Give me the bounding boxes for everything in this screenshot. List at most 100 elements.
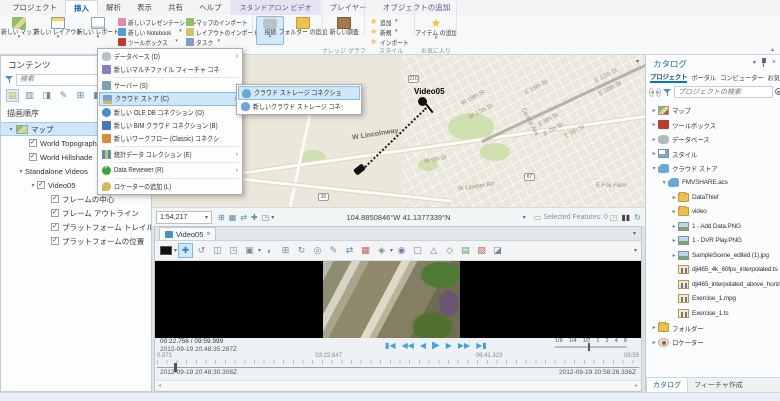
list-by-snapping-button[interactable]: ⊞ [74,89,87,102]
layer-checkbox[interactable] [51,237,59,245]
video-transparency-button[interactable]: ◐ [262,243,277,258]
video-display-options-button[interactable]: ◈ [374,243,389,258]
chevron-down-icon[interactable]: ▾ [523,214,526,221]
close-icon[interactable]: × [772,59,776,66]
expand-icon[interactable]: ▸ [650,324,658,331]
submenu-item-add-cloud-storage-connection[interactable]: クラウド ストレージ コネクションの追加 (A) [238,86,360,100]
dropdown-caret-icon[interactable]: ▾ [174,247,177,254]
new-investigation-button[interactable]: 新しい調査 [326,16,362,45]
scroll-right-icon[interactable]: ▸ [635,382,638,389]
frame-outline-toggle[interactable]: ▢ [410,243,425,258]
map-coordinates[interactable]: 104.8850846°W 41.1377339°N [274,213,523,222]
collapse-ribbon-icon[interactable]: ▴ [771,46,774,53]
catalog-item-samplescene-jpg[interactable]: ▸SampleScene_edited (1).jpg [646,248,780,263]
video-scrollbar[interactable]: ◂ ▸ [155,380,641,390]
video-graphics-button[interactable]: ▤ [458,243,473,258]
pause-drawing-icon[interactable]: ▮▮ [621,213,630,222]
menu-item-add-locator[interactable]: ロケーターの追加 (L) [99,180,241,193]
capture-frame-button[interactable]: ▣ [242,243,257,258]
rotate-video-button[interactable]: ↻ [294,243,309,258]
refresh-icon[interactable]: ↻ [634,213,641,222]
video-display-area[interactable] [155,261,641,338]
menu-item-new-workflow-connection[interactable]: 新しいワークフロー (Classic) コネクション (W) [99,132,241,145]
new-notebook-button[interactable]: 新しい Notebook▾ [118,27,190,36]
catalog-tab-favorites[interactable]: お気に入り [767,72,780,82]
expand-icon[interactable]: ▸ [650,339,658,346]
catalog-item-toolboxes[interactable]: ▸ツールボックス [646,118,780,133]
style-import-button[interactable]: ★インポート [370,37,412,46]
menu-item-new-multifile-connection[interactable]: 新しいマルチファイル フィーチャ コネクション (M) [99,63,241,76]
timeline-track[interactable] [157,367,639,368]
collapse-icon[interactable]: ▾ [17,168,25,175]
sublayer-platform-position[interactable]: プラットフォームの位置 [1,234,151,248]
scroll-left-icon[interactable]: ◂ [158,382,161,389]
pin-icon[interactable] [760,58,768,67]
dropdown-caret-icon[interactable]: ▾ [258,247,261,254]
platform-trail-toggle[interactable]: △ [426,243,441,258]
catalog-tab-project[interactable]: プロジェクト [650,71,687,83]
skip-to-end-button[interactable]: ▶▮ [476,341,487,350]
copy-frame-button[interactable]: ◫ [210,243,225,258]
video-footprint-toggle[interactable]: ▦ [358,243,373,258]
next-frame-button[interactable]: ▶ [446,341,452,350]
chevron-down-icon[interactable]: ▾ [633,230,636,237]
back-icon[interactable]: ◂ [649,88,654,97]
catalog-item-exercise1-ts[interactable]: Exercise_1.ts [646,306,780,321]
catalog-item-fmvshare[interactable]: ▾FMVSHARE.acs [646,176,780,191]
expand-icon[interactable]: ▸ [670,223,678,230]
menu-item-cloud-store[interactable]: クラウド ストア (C)› [99,92,241,106]
tab-player[interactable]: プレイヤー [321,0,374,15]
catalog-item-maps[interactable]: ▸マップ [646,103,780,118]
catalog-item-databases[interactable]: ▸データベース [646,132,780,147]
map-chevron-icon[interactable]: ▾ [636,58,639,65]
menu-item-server[interactable]: サーバー (S)› [99,79,241,92]
collapse-icon[interactable]: ▾ [29,182,37,189]
style-new-button[interactable]: ★新規▾ [370,27,412,36]
tab-analysis[interactable]: 解析 [98,0,129,15]
expand-icon[interactable]: ▸ [650,136,658,143]
speed-slider-track[interactable] [555,346,627,348]
expand-icon[interactable]: ▸ [670,252,678,259]
close-icon[interactable]: × [206,231,210,238]
tab-view[interactable]: 表示 [129,0,160,15]
add-folder-button[interactable]: フォルダー の追加 [286,16,320,45]
platform-position-toggle[interactable]: ◇ [442,243,457,258]
new-layout-button[interactable]: 新しい レイアウト ▾ [38,16,78,45]
catalog-item-styles[interactable]: ▸スタイル [646,147,780,162]
new-map-button[interactable]: 新しい マップ ▾ [2,16,36,45]
sublayer-platform-trail[interactable]: プラットフォーム トレイル [1,220,151,234]
catalog-item-dji465-4k-ts[interactable]: dji465_4k_60fps_interpolated.ts [646,263,780,278]
status-sync-icon[interactable]: ⇄ [240,213,247,222]
catalog-item-add-data-png[interactable]: ▸1 - Add Data.PNG [646,219,780,234]
style-add-button[interactable]: ★追加▾ [370,17,412,26]
catalog-tab-portal[interactable]: ポータル [691,72,716,82]
speed-slider-handle[interactable] [588,343,590,351]
chevron-down-icon[interactable]: ▾ [753,59,756,66]
menu-item-database[interactable]: データベース (D)› [99,50,241,63]
playback-speed-control[interactable]: 1/81/41/21248 [555,338,627,353]
menu-item-data-reviewer[interactable]: Data Reviewer (R)› [99,164,241,177]
zoom-video-tool[interactable]: ⊞ [278,243,293,258]
play-button[interactable]: ▶ [432,340,440,351]
list-by-drawing-order-button[interactable]: ▤ [6,89,19,102]
list-by-editing-button[interactable]: ✎ [57,89,70,102]
catalog-tab-computer[interactable]: コンピューター [720,72,763,82]
submenu-item-new-cloud-storage-connection[interactable]: 新しいクラウド ストレージ コネクション (N) [238,100,360,113]
tab-help[interactable]: ヘルプ [191,0,230,15]
expand-icon[interactable]: ▸ [650,121,658,128]
import-map-button[interactable]: マップのインポート [186,17,252,26]
catalog-item-datathief[interactable]: ▸DataThief [646,190,780,205]
skip-to-start-button[interactable]: ▮◀ [385,341,396,350]
full-frame-button[interactable]: ◎ [310,243,325,258]
layer-checkbox[interactable] [29,153,37,161]
catalog-item-locators[interactable]: ▸ロケーター [646,335,780,350]
tab-insert[interactable]: 挿入 [65,0,98,15]
video-tab[interactable]: Video05 × [159,227,216,240]
new-presentation-button[interactable]: 新しいプレゼンテーション [118,17,190,26]
add-item-button[interactable]: ★ アイテム の追加 ▾ [418,16,454,45]
status-add-icon[interactable]: ✚ [251,213,258,222]
catalog-item-folders[interactable]: ▸フォルダー [646,321,780,336]
export-frame-button[interactable]: ◳ [226,243,241,258]
toolbar-overflow-icon[interactable]: ▾ [634,247,637,254]
pan-video-tool[interactable]: ✚ [178,243,193,258]
